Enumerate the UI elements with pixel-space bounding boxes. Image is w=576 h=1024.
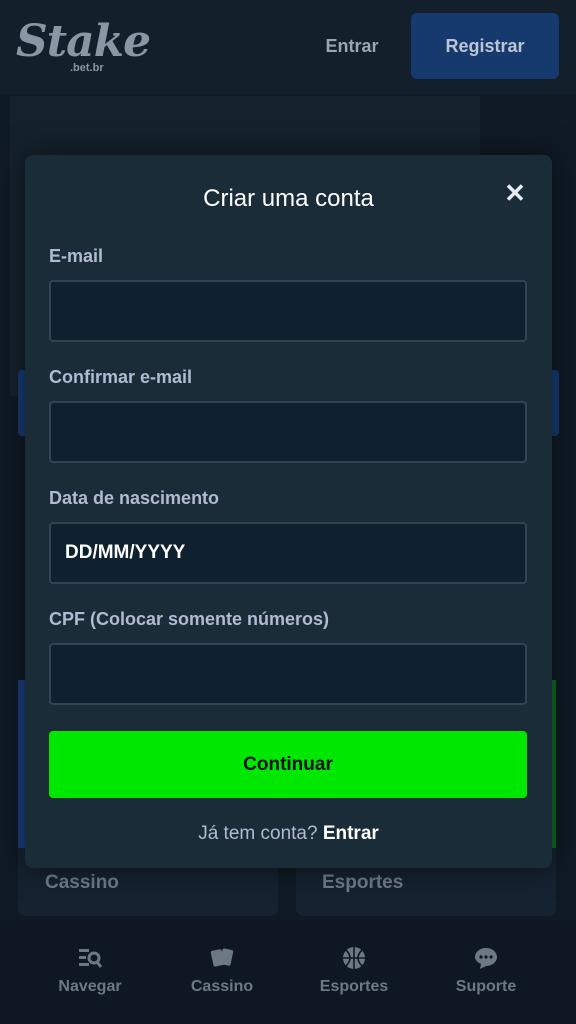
logo-subtext: .bet.br xyxy=(70,62,104,74)
stake-logo[interactable]: Stake .bet.br xyxy=(16,16,151,76)
logo-text: Stake xyxy=(16,16,151,67)
header-login-button[interactable]: Entrar xyxy=(312,26,392,66)
login-prompt-text: Já tem conta? xyxy=(198,823,318,844)
header-register-button[interactable]: Registrar xyxy=(411,13,559,79)
cpf-field[interactable] xyxy=(49,643,527,705)
top-bar: Stake .bet.br Entrar Registrar xyxy=(0,0,576,94)
sports-card-label: Esportes xyxy=(322,872,404,893)
nav-browse[interactable]: Navegar xyxy=(30,944,150,996)
casino-card-label: Cassino xyxy=(45,872,119,893)
nav-sports-label: Esportes xyxy=(319,978,389,995)
confirm-email-field[interactable] xyxy=(49,401,527,463)
basketball-icon xyxy=(340,944,368,972)
email-label: E-mail xyxy=(49,246,104,266)
nav-casino-label: Cassino xyxy=(190,978,254,995)
nav-support[interactable]: Suporte xyxy=(426,944,546,996)
continue-button[interactable]: Continuar xyxy=(49,731,527,798)
login-prompt: Já tem conta? Entrar xyxy=(25,823,552,845)
nav-casino[interactable]: Cassino xyxy=(162,944,282,996)
login-link[interactable]: Entrar xyxy=(323,823,379,844)
browse-icon xyxy=(76,944,104,972)
close-icon[interactable]: ✕ xyxy=(501,178,529,208)
dob-label: Data de nascimento xyxy=(49,488,220,508)
confirm-email-label: Confirmar e-mail xyxy=(49,367,193,387)
email-field[interactable] xyxy=(49,280,527,342)
create-account-modal: Criar uma conta ✕ E-mail Confirmar e-mai… xyxy=(25,155,552,868)
nav-support-label: Suporte xyxy=(455,978,517,995)
nav-browse-label: Navegar xyxy=(58,978,122,995)
cpf-label: CPF (Colocar somente números) xyxy=(49,609,330,629)
dob-field[interactable] xyxy=(49,522,527,584)
nav-sports[interactable]: Esportes xyxy=(294,944,414,996)
modal-title: Criar uma conta xyxy=(203,185,374,212)
chat-icon xyxy=(472,944,500,972)
cards-icon xyxy=(208,944,236,972)
